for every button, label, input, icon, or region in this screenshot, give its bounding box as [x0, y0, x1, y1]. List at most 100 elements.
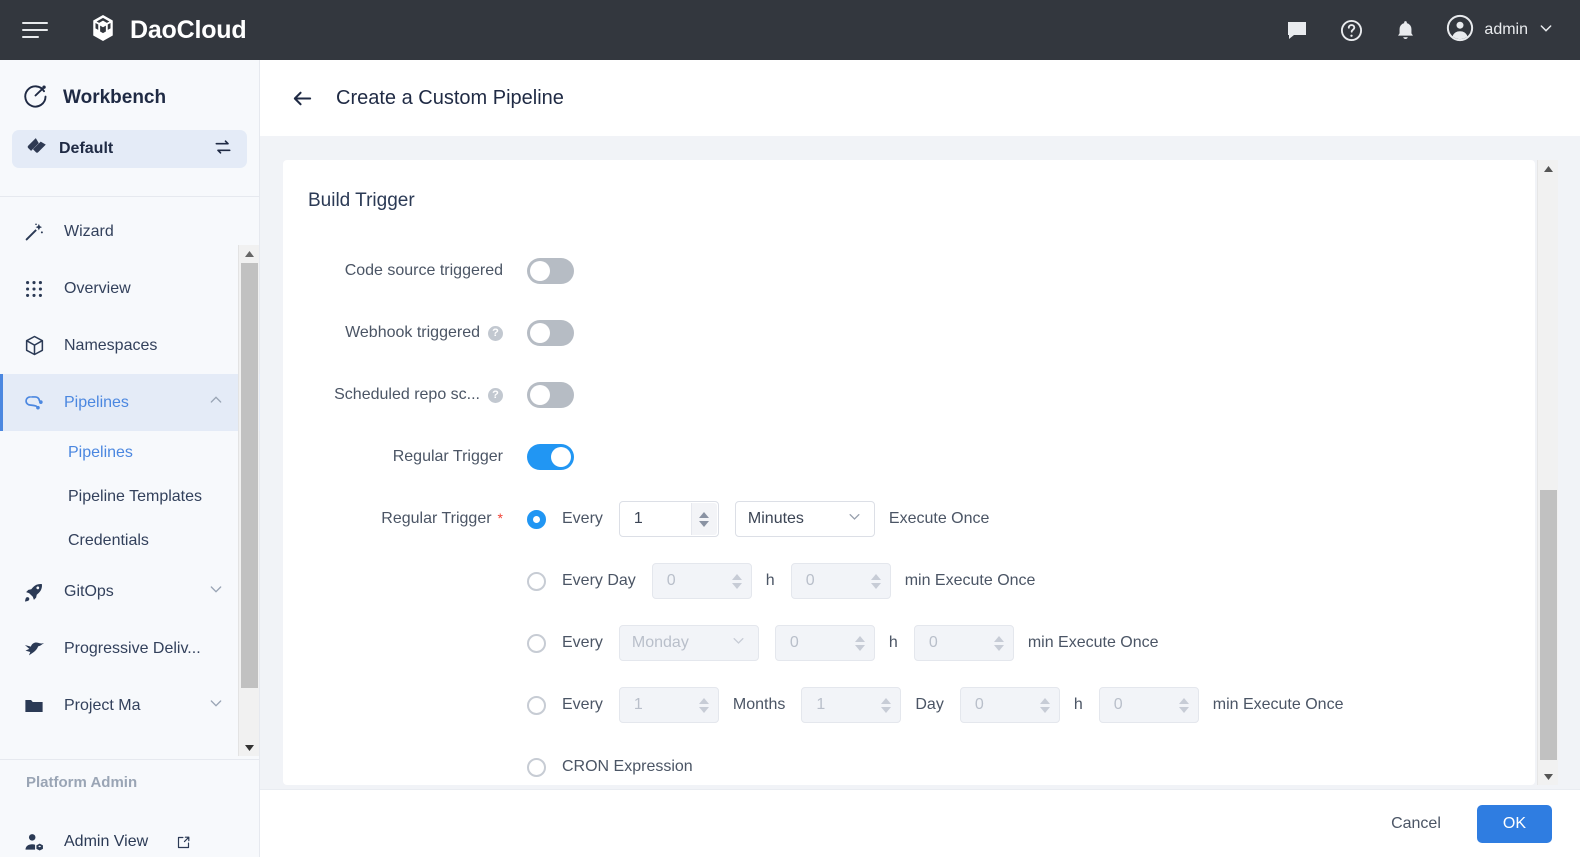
- hour-unit-label: h: [766, 572, 775, 590]
- option-suffix-label: min Execute Once: [905, 572, 1036, 590]
- day-input[interactable]: 1: [801, 687, 901, 723]
- radio-cron-expression[interactable]: [527, 758, 546, 777]
- workbench-title: Workbench: [63, 87, 166, 109]
- chevron-up-icon[interactable]: [208, 392, 224, 413]
- option-prefix-label: Every: [562, 634, 603, 652]
- radio-every-interval[interactable]: [527, 510, 546, 529]
- radio-row-every-day: Every Day 0 h 0 min Execute Once: [308, 550, 1535, 612]
- help-icon[interactable]: [1338, 17, 1364, 43]
- every-day-minute-stepper[interactable]: [863, 565, 889, 597]
- back-arrow-icon[interactable]: [290, 86, 314, 110]
- sidebar-item-pipelines[interactable]: Pipelines: [0, 374, 260, 431]
- month-hour-stepper[interactable]: [1032, 689, 1058, 721]
- switch-workspace-icon[interactable]: [213, 137, 233, 162]
- scroll-up-arrow-icon[interactable]: [1538, 160, 1559, 177]
- months-value: 1: [620, 696, 643, 714]
- sidebar-item-label: Project Ma: [64, 697, 190, 715]
- month-minute-stepper[interactable]: [1171, 689, 1197, 721]
- chevron-down-icon[interactable]: [208, 695, 224, 716]
- day-stepper[interactable]: [873, 689, 899, 721]
- toggle-label-text: Scheduled repo sc...: [334, 386, 480, 404]
- scheduled-repo-scan-toggle[interactable]: [527, 382, 574, 408]
- every-day-controls: Every Day 0 h 0 min Execute Once: [527, 563, 1035, 599]
- sidebar-subitem-pipelines[interactable]: Pipelines: [0, 431, 260, 475]
- sidebar-item-label: Pipelines: [64, 394, 190, 412]
- sidebar-item-overview[interactable]: Overview: [0, 260, 260, 317]
- ok-button[interactable]: OK: [1477, 805, 1552, 843]
- weekday-select[interactable]: Monday: [619, 625, 759, 661]
- weekday-hour-input[interactable]: 0: [775, 625, 875, 661]
- form-card-wrapper: Build Trigger Code source triggered Webh…: [283, 160, 1535, 785]
- sidebar-divider: [0, 759, 260, 760]
- content-scrollbar-thumb[interactable]: [1540, 490, 1557, 760]
- every-day-hour-input[interactable]: 0: [652, 563, 752, 599]
- hamburger-icon[interactable]: [22, 16, 50, 44]
- sidebar-item-admin-view[interactable]: Admin View: [0, 818, 260, 857]
- sidebar-item-wizard[interactable]: Wizard: [0, 203, 260, 260]
- interval-value: 1: [620, 510, 643, 528]
- radio-every-month[interactable]: [527, 696, 546, 715]
- bird-icon: [22, 637, 46, 660]
- cancel-button[interactable]: Cancel: [1377, 807, 1455, 841]
- content-scrollbar[interactable]: [1537, 160, 1558, 785]
- message-icon[interactable]: [1284, 17, 1310, 43]
- month-minute-value: 0: [1100, 696, 1123, 714]
- scroll-down-arrow-icon[interactable]: [239, 739, 260, 756]
- chevron-down-icon[interactable]: [208, 581, 224, 602]
- sidebar-subitem-pipeline-templates[interactable]: Pipeline Templates: [0, 475, 260, 519]
- weekday-hour-stepper[interactable]: [847, 627, 873, 659]
- hour-unit-label: h: [889, 634, 898, 652]
- sidebar-item-gitops[interactable]: GitOps: [0, 563, 260, 620]
- weekday-minute-stepper[interactable]: [986, 627, 1012, 659]
- help-icon[interactable]: ?: [488, 326, 503, 341]
- every-day-minute-input[interactable]: 0: [791, 563, 891, 599]
- toggle-row-code-source: Code source triggered: [308, 240, 1535, 302]
- user-menu[interactable]: admin: [1446, 14, 1554, 47]
- build-trigger-card: Build Trigger Code source triggered Webh…: [283, 160, 1535, 785]
- every-day-hour-value: 0: [653, 572, 676, 590]
- scroll-down-arrow-icon[interactable]: [1538, 768, 1559, 785]
- workspace-icon: [26, 136, 47, 162]
- workspace-name: Default: [59, 140, 201, 158]
- radio-row-every-weekday: Every Monday 0 h 0: [308, 612, 1535, 674]
- regular-trigger-label: Regular Trigger*: [308, 510, 503, 528]
- sidebar-subitem-credentials[interactable]: Credentials: [0, 519, 260, 563]
- option-suffix-label: Execute Once: [889, 510, 990, 528]
- weekday-minute-input[interactable]: 0: [914, 625, 1014, 661]
- brand: DaoCloud: [88, 13, 246, 48]
- interval-stepper[interactable]: [691, 503, 717, 535]
- wand-icon: [22, 221, 46, 243]
- toggle-row-webhook: Webhook triggered ?: [308, 302, 1535, 364]
- sidebar-item-label: Namespaces: [64, 337, 260, 355]
- user-name: admin: [1484, 21, 1528, 39]
- scroll-up-arrow-icon[interactable]: [239, 245, 260, 262]
- webhook-triggered-toggle[interactable]: [527, 320, 574, 346]
- month-hour-value: 0: [961, 696, 984, 714]
- every-day-hour-stepper[interactable]: [724, 565, 750, 597]
- interval-number-input[interactable]: 1: [619, 501, 719, 537]
- day-unit-label: Day: [915, 696, 943, 714]
- toggle-label-text: Webhook triggered: [345, 324, 480, 342]
- sidebar-item-progressive-delivery[interactable]: Progressive Deliv...: [0, 620, 260, 677]
- sidebar-subitem-label: Pipeline Templates: [68, 488, 202, 506]
- sidebar-item-namespaces[interactable]: Namespaces: [0, 317, 260, 374]
- code-source-triggered-toggle[interactable]: [527, 258, 574, 284]
- sidebar: Workbench Default: [0, 60, 260, 857]
- months-input[interactable]: 1: [619, 687, 719, 723]
- month-hour-input[interactable]: 0: [960, 687, 1060, 723]
- radio-every-weekday[interactable]: [527, 634, 546, 653]
- workspace-selector[interactable]: Default: [12, 130, 247, 168]
- sidebar-scrollbar-thumb[interactable]: [241, 263, 258, 688]
- help-icon[interactable]: ?: [488, 388, 503, 403]
- sidebar-scrollbar[interactable]: [238, 245, 259, 756]
- interval-unit-select[interactable]: Minutes: [735, 501, 875, 537]
- toggle-row-scheduled-repo-scan: Scheduled repo sc... ?: [308, 364, 1535, 426]
- radio-every-day[interactable]: [527, 572, 546, 591]
- toggle-row-regular-trigger: Regular Trigger: [308, 426, 1535, 488]
- bell-icon[interactable]: [1392, 17, 1418, 43]
- regular-trigger-toggle[interactable]: [527, 444, 574, 470]
- month-minute-input[interactable]: 0: [1099, 687, 1199, 723]
- sidebar-item-project-management[interactable]: Project Ma: [0, 677, 260, 734]
- every-day-minute-value: 0: [792, 572, 815, 590]
- months-stepper[interactable]: [691, 689, 717, 721]
